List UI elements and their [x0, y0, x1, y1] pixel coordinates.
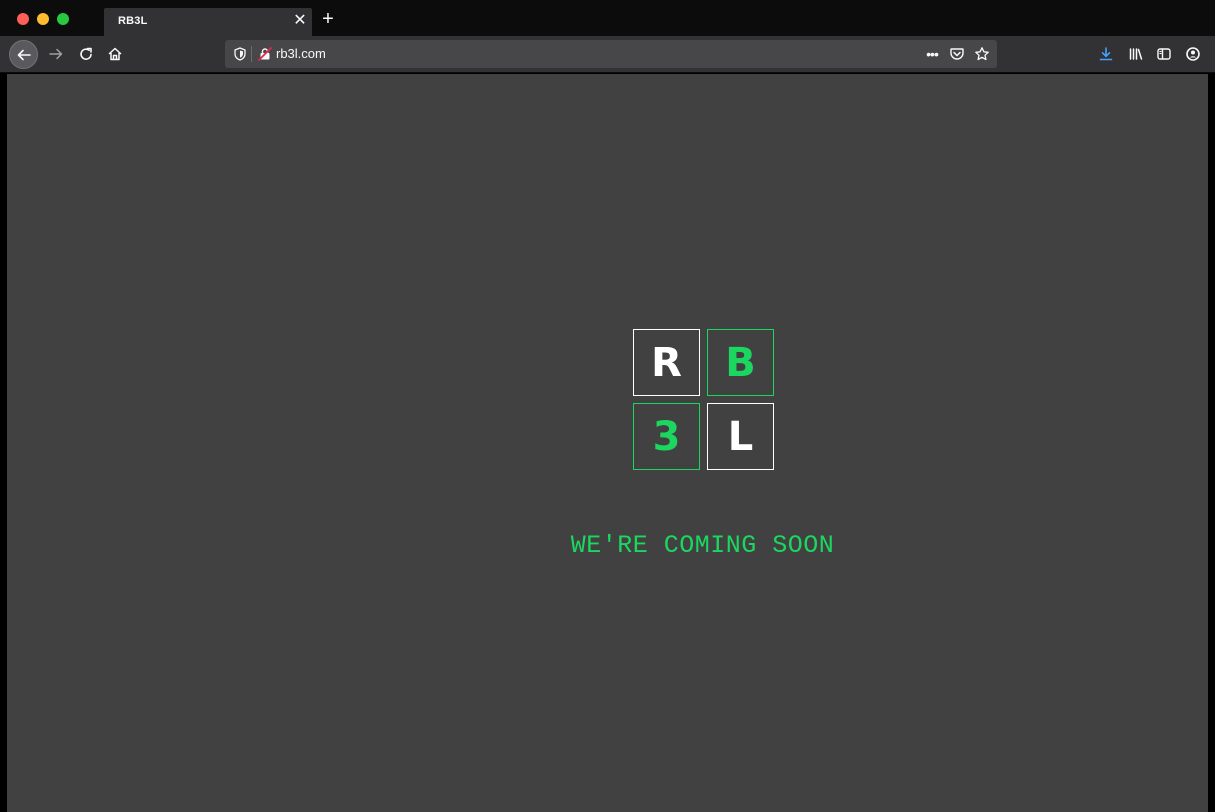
library-icon[interactable]	[1127, 45, 1145, 63]
new-tab-button[interactable]: +	[318, 9, 338, 29]
minimize-window-button[interactable]	[37, 13, 49, 25]
more-actions-icon[interactable]: •••	[923, 45, 941, 63]
logo-tile-b: B	[707, 329, 774, 396]
url-bar[interactable]: rb3l.com •••	[225, 40, 997, 68]
coming-soon-headline: WE'RE COMING SOON	[570, 531, 835, 560]
url-separator	[251, 46, 252, 62]
tab-title: RB3L	[118, 15, 148, 27]
url-text[interactable]: rb3l.com	[276, 46, 326, 61]
tab-strip: RB3L ✕ +	[0, 0, 1215, 36]
download-icon[interactable]	[1097, 45, 1115, 63]
sidebar-icon[interactable]	[1155, 45, 1173, 63]
tab-rb3l[interactable]: RB3L ✕	[104, 8, 312, 36]
pocket-icon[interactable]	[948, 45, 966, 63]
logo-tile-l: L	[707, 403, 774, 470]
zoom-window-button[interactable]	[57, 13, 69, 25]
home-icon[interactable]	[103, 42, 127, 66]
tracking-shield-icon[interactable]	[232, 46, 248, 62]
reload-icon[interactable]	[74, 42, 98, 66]
logo-tile-3: 3	[633, 403, 700, 470]
page-content: R B 3 L WE'RE COMING SOON	[7, 74, 1208, 812]
account-icon[interactable]	[1184, 45, 1202, 63]
insecure-lock-icon[interactable]	[257, 46, 273, 62]
browser-window: RB3L ✕ + rb3l.com ••• R B 3 L WE'RE COMI…	[0, 0, 1215, 812]
tab-close-icon[interactable]: ✕	[292, 13, 308, 29]
forward-arrow-icon[interactable]	[44, 42, 68, 66]
rb3l-logo: R B 3 L	[633, 329, 774, 470]
close-window-button[interactable]	[17, 13, 29, 25]
logo-tile-r: R	[633, 329, 700, 396]
back-arrow-icon[interactable]	[9, 40, 38, 69]
navigation-toolbar: rb3l.com •••	[0, 36, 1215, 73]
bookmark-star-icon[interactable]	[973, 45, 991, 63]
